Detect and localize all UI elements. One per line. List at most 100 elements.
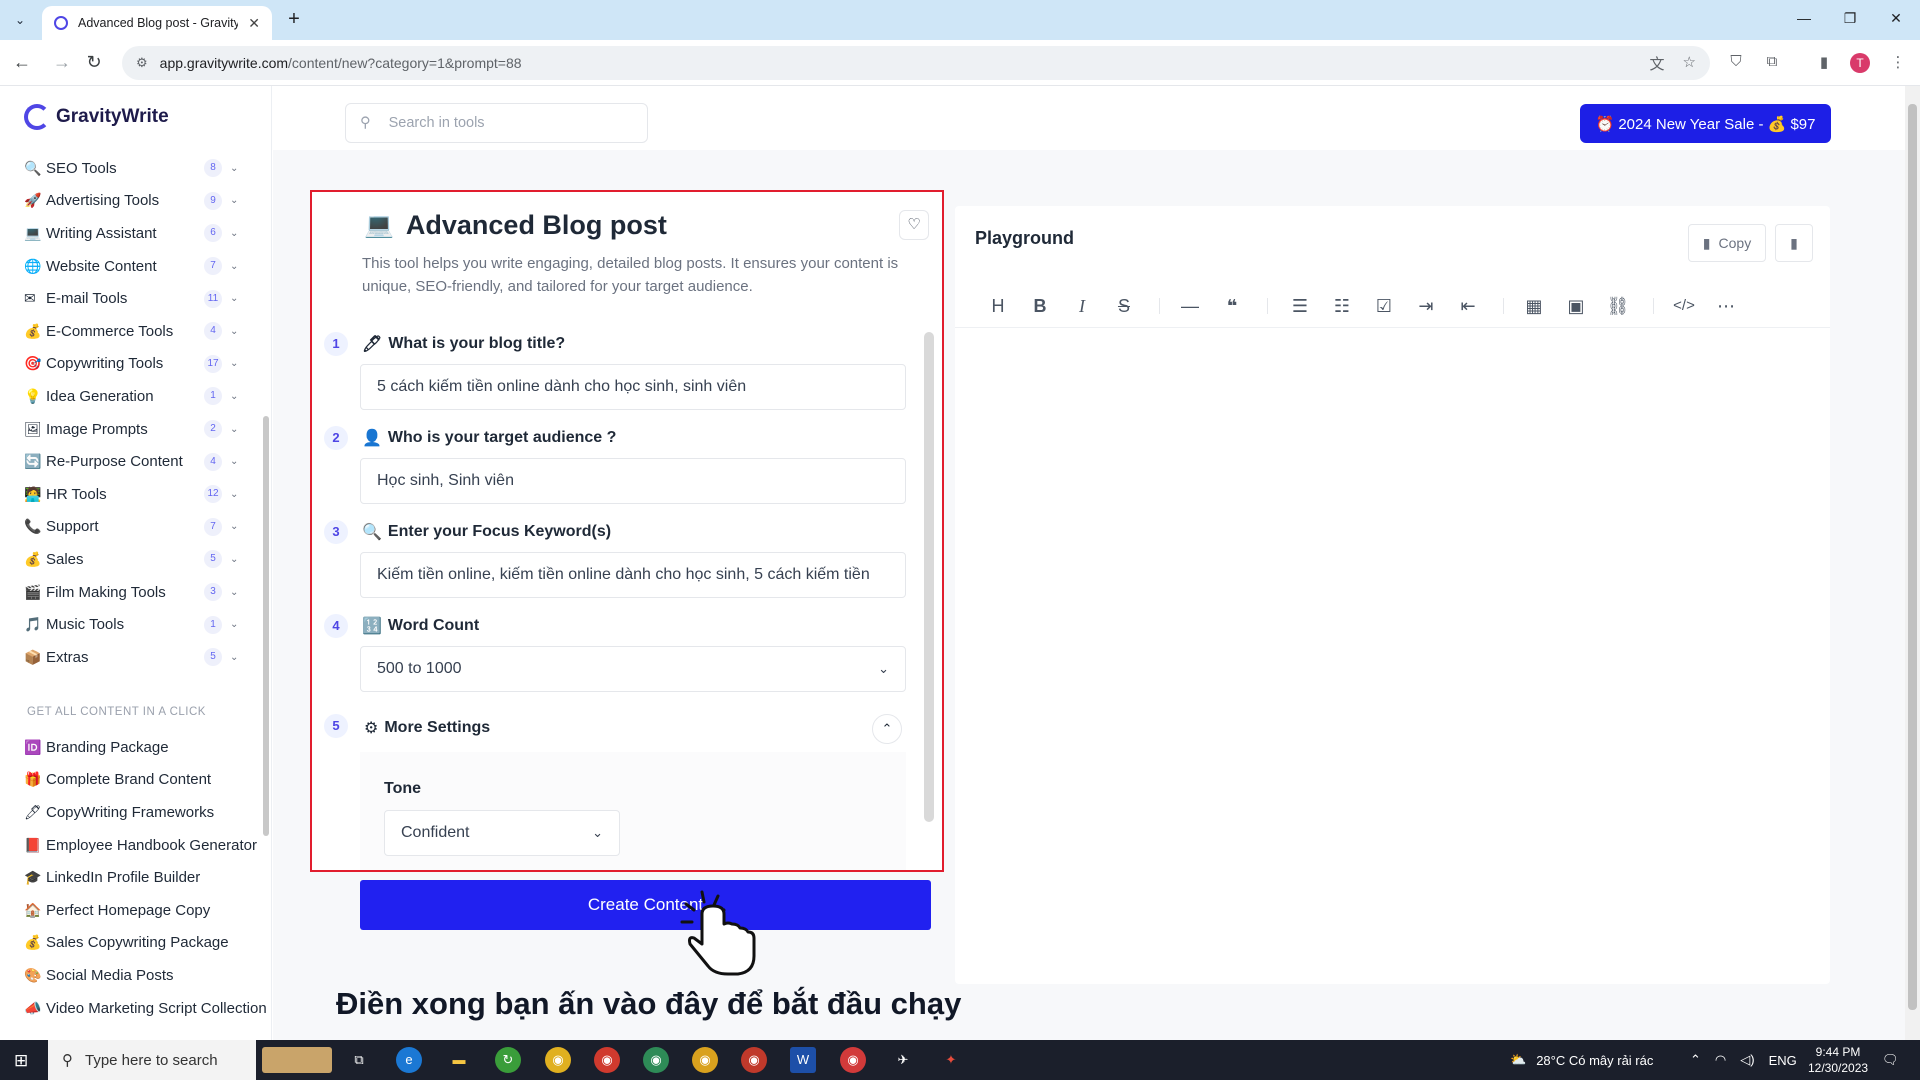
chevron-down-icon[interactable]: ⌄ bbox=[230, 261, 244, 272]
tab-search-chevron-icon[interactable]: ⌄ bbox=[8, 8, 32, 32]
back-arrow-icon[interactable]: ← bbox=[10, 52, 34, 73]
new-year-sale-button[interactable]: ⏰ 2024 New Year Sale - 💰 $97 bbox=[1580, 104, 1831, 143]
sidebar-package-item[interactable]: 🎁 Complete Brand Content bbox=[24, 764, 271, 797]
heading-icon[interactable]: H bbox=[985, 294, 1011, 318]
sidebar-category-item[interactable]: 💰 Sales 5 ⌄ bbox=[24, 543, 244, 576]
tray-chevron-up-icon[interactable]: ⌃ bbox=[1690, 1052, 1701, 1068]
site-info-icon[interactable]: ⚙ bbox=[136, 55, 148, 71]
sidebar-scrollbar[interactable] bbox=[263, 416, 269, 836]
browser-tab-active[interactable]: Advanced Blog post - GravityW ✕ bbox=[42, 6, 272, 40]
taskbar-search[interactable]: ⚲ Type here to search bbox=[48, 1040, 256, 1080]
sidebar-package-item[interactable]: 📣 Video Marketing Script Collection bbox=[24, 992, 271, 1025]
blog-title-input[interactable]: 5 cách kiếm tiền online dành cho học sin… bbox=[360, 364, 906, 410]
tab-close-icon[interactable]: ✕ bbox=[248, 15, 260, 32]
chevron-down-icon[interactable]: ⌄ bbox=[230, 358, 244, 369]
copy-button[interactable]: ▮ Copy bbox=[1688, 224, 1766, 262]
link-icon[interactable]: ⛓ bbox=[1605, 294, 1631, 318]
image-icon[interactable]: ▣ bbox=[1563, 294, 1589, 318]
indent-icon[interactable]: ⇥ bbox=[1413, 294, 1439, 318]
outdent-icon[interactable]: ⇤ bbox=[1455, 294, 1481, 318]
forward-arrow-icon[interactable]: → bbox=[50, 52, 74, 73]
chevron-down-icon[interactable]: ⌄ bbox=[230, 228, 244, 239]
sidebar-package-item[interactable]: 📕 Employee Handbook Generator bbox=[24, 829, 271, 862]
chevron-down-icon[interactable]: ⌄ bbox=[230, 489, 244, 500]
shield-extension-icon[interactable]: ⛉ bbox=[1726, 53, 1746, 70]
code-icon[interactable]: </> bbox=[1671, 294, 1697, 318]
chrome-icon[interactable]: ◉ bbox=[545, 1047, 571, 1073]
bullet-list-icon[interactable]: ☰ bbox=[1287, 294, 1313, 318]
sidebar-category-item[interactable]: 🚀 Advertising Tools 9 ⌄ bbox=[24, 185, 244, 218]
tool-search-input[interactable]: ⚲ Search in tools bbox=[345, 103, 648, 143]
volume-icon[interactable]: ◁) bbox=[1740, 1052, 1754, 1068]
chevron-down-icon[interactable]: ⌄ bbox=[230, 554, 244, 565]
target-audience-input[interactable]: Học sinh, Sinh viên bbox=[360, 458, 906, 504]
sidebar-package-item[interactable]: 🎨 Social Media Posts bbox=[24, 959, 271, 992]
chevron-down-icon[interactable]: ⌄ bbox=[230, 195, 244, 206]
restore-icon[interactable]: ❐ bbox=[1840, 10, 1860, 27]
chevron-down-icon[interactable]: ⌄ bbox=[230, 521, 244, 532]
favorite-heart-icon[interactable]: ♡ bbox=[899, 210, 929, 240]
more-options-icon[interactable]: ⋯ bbox=[1713, 294, 1739, 318]
task-list-icon[interactable]: ☑ bbox=[1371, 294, 1397, 318]
horizontal-rule-icon[interactable]: — bbox=[1177, 294, 1203, 318]
chevron-down-icon[interactable]: ⌄ bbox=[230, 456, 244, 467]
sidebar-category-item[interactable]: 🔄 Re-Purpose Content 4 ⌄ bbox=[24, 445, 244, 478]
sidebar-package-item[interactable]: 🏠 Perfect Homepage Copy bbox=[24, 894, 271, 927]
chrome-icon[interactable]: ◉ bbox=[692, 1047, 718, 1073]
minimize-icon[interactable]: — bbox=[1794, 10, 1814, 26]
sidebar-category-item[interactable]: 🌐 Website Content 7 ⌄ bbox=[24, 250, 244, 283]
notification-icon[interactable]: 🗨 bbox=[1882, 1040, 1899, 1080]
reload-icon[interactable]: ↻ bbox=[82, 52, 106, 73]
brand-logo[interactable]: GravityWrite bbox=[24, 104, 169, 130]
extensions-puzzle-icon[interactable]: ⧉ bbox=[1762, 53, 1782, 70]
sidebar-category-item[interactable]: 💻 Writing Assistant 6 ⌄ bbox=[24, 217, 244, 250]
chrome-active-icon[interactable]: ◉ bbox=[840, 1047, 866, 1073]
chevron-down-icon[interactable]: ⌄ bbox=[230, 163, 244, 174]
sidebar-category-item[interactable]: 💰 E-Commerce Tools 4 ⌄ bbox=[24, 315, 244, 348]
italic-icon[interactable]: I bbox=[1069, 294, 1095, 318]
windows-start-icon[interactable]: ⊞ bbox=[14, 1051, 28, 1071]
ordered-list-icon[interactable]: ☷ bbox=[1329, 294, 1355, 318]
create-content-button[interactable]: Create Content bbox=[360, 880, 931, 930]
bold-icon[interactable]: B bbox=[1027, 294, 1053, 318]
chevron-down-icon[interactable]: ⌄ bbox=[230, 391, 244, 402]
sidebar-category-item[interactable]: 🎯 Copywriting Tools 17 ⌄ bbox=[24, 348, 244, 381]
taskbar-clock[interactable]: 9:44 PM 12/30/2023 bbox=[1808, 1044, 1868, 1076]
sidebar-category-item[interactable]: ✉ E-mail Tools 11 ⌄ bbox=[24, 282, 244, 315]
address-bar[interactable]: ⚙ app.gravitywrite.com/content/new?categ… bbox=[122, 46, 1710, 80]
new-tab-plus-icon[interactable]: + bbox=[282, 8, 306, 31]
chevron-down-icon[interactable]: ⌄ bbox=[230, 293, 244, 304]
chevron-down-icon[interactable]: ⌄ bbox=[230, 326, 244, 337]
sidebar-package-item[interactable]: 🆔 Branding Package bbox=[24, 731, 271, 764]
translate-icon[interactable]: 文 bbox=[1650, 53, 1665, 74]
sidebar-category-item[interactable]: 🧑‍💻 HR Tools 12 ⌄ bbox=[24, 478, 244, 511]
chevron-down-icon[interactable]: ⌄ bbox=[230, 652, 244, 663]
app-icon[interactable]: ↻ bbox=[495, 1047, 521, 1073]
side-panel-icon[interactable]: ▮ bbox=[1814, 53, 1834, 71]
chrome-icon[interactable]: ◉ bbox=[741, 1047, 767, 1073]
chrome-icon[interactable]: ◉ bbox=[643, 1047, 669, 1073]
page-scrollbar-thumb[interactable] bbox=[1908, 104, 1917, 1010]
task-view-icon[interactable]: ⧉ bbox=[346, 1047, 372, 1073]
sidebar-category-item[interactable]: 🎵 Music Tools 1 ⌄ bbox=[24, 608, 244, 641]
bookmark-star-icon[interactable]: ☆ bbox=[1683, 53, 1696, 74]
chrome-icon[interactable]: ◉ bbox=[594, 1047, 620, 1073]
chevron-down-icon[interactable]: ⌄ bbox=[230, 424, 244, 435]
strikethrough-icon[interactable]: S bbox=[1111, 294, 1137, 318]
sidebar-package-item[interactable]: 💰 Sales Copywriting Package bbox=[24, 927, 271, 960]
language-indicator[interactable]: ENG bbox=[1769, 1053, 1797, 1068]
chevron-down-icon[interactable]: ⌄ bbox=[230, 619, 244, 630]
app-icon[interactable]: ✈ bbox=[890, 1047, 916, 1073]
page-scrollbar[interactable] bbox=[1905, 86, 1920, 1044]
browser-menu-icon[interactable]: ⋮ bbox=[1888, 53, 1908, 71]
sidebar-category-item[interactable]: 💡 Idea Generation 1 ⌄ bbox=[24, 380, 244, 413]
table-icon[interactable]: ▦ bbox=[1521, 294, 1547, 318]
sidebar-category-item[interactable]: 🎬 Film Making Tools 3 ⌄ bbox=[24, 576, 244, 609]
profile-avatar[interactable]: T bbox=[1850, 53, 1870, 73]
blockquote-icon[interactable]: ❝ bbox=[1219, 294, 1245, 318]
taskbar-widget-icon[interactable] bbox=[262, 1047, 332, 1073]
download-doc-icon[interactable]: ▮ bbox=[1775, 224, 1813, 262]
app-icon[interactable]: ✦ bbox=[938, 1047, 964, 1073]
word-count-select[interactable]: 500 to 1000 ⌄ bbox=[360, 646, 906, 692]
sidebar-category-item[interactable]: 📦 Extras 5 ⌄ bbox=[24, 641, 244, 674]
